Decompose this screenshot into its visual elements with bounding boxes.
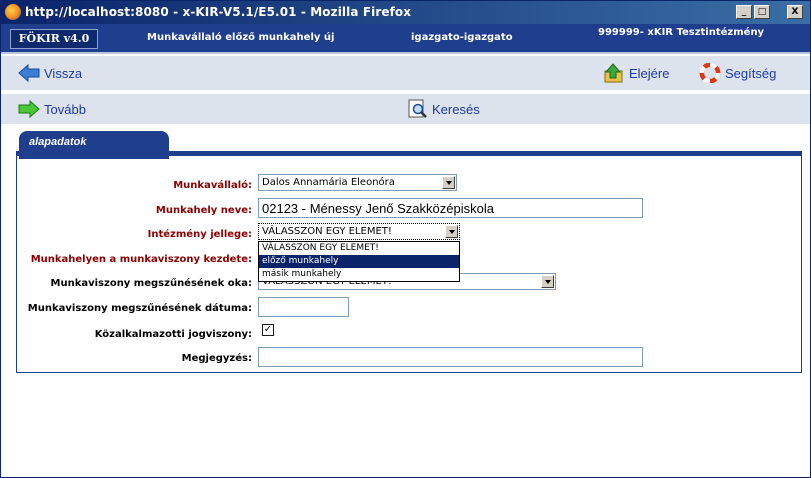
tab-basic-data[interactable]: alapadatok [19,131,169,159]
browser-window: http://localhost:8080 - x-KIR-V5.1/E5.01… [0,0,811,478]
institution-type-dropdown: VÁLASSZON EGY ELEMET! előző munkahely má… [258,241,460,282]
top-label: Elejére [629,65,670,81]
minimize-button[interactable]: _ [736,5,752,19]
back-label: Vissza [44,65,83,81]
note-input[interactable] [258,347,643,367]
employee-select[interactable]: Dalos Annamária Eleonóra [258,174,457,191]
workplace-input[interactable]: 02123 - Ménessy Jenő Szakközépiskola [258,198,643,218]
dropdown-option[interactable]: VÁLASSZON EGY ELEMET! [259,242,459,255]
start-date-label: Munkahelyen a munkaviszony kezdete: [30,254,252,265]
next-label: Tovább [44,101,86,117]
next-link[interactable]: Tovább [18,100,86,118]
firefox-icon [5,4,21,20]
help-link[interactable]: Segítség [699,63,776,83]
main-toolbar: Vissza Elejére Segítség [1,56,810,90]
end-date-input[interactable] [258,297,349,317]
maximize-button[interactable]: □ [754,5,770,19]
app-logo: FÖKIR v4.0 [10,29,98,49]
chevron-down-icon[interactable] [442,176,455,189]
action-toolbar: Tovább Keresés [1,94,810,124]
institution-type-select-value: VÁLASSZON EGY ELEMET! [262,226,392,237]
note-label: Megjegyzés: [181,353,252,364]
window-title: http://localhost:8080 - x-KIR-V5.1/E5.01… [25,5,412,19]
top-link[interactable]: Elejére [603,63,669,83]
chevron-down-icon[interactable] [445,225,458,238]
dropdown-option-selected[interactable]: előző munkahely [259,255,459,268]
dropdown-option[interactable]: másik munkahely [259,268,459,281]
arrow-right-icon [18,100,40,118]
employee-select-value: Dalos Annamária Eleonóra [262,177,395,188]
end-reason-label: Munkaviszony megszűnésének oka: [50,278,252,289]
search-label: Keresés [432,101,480,117]
toolbar-separator [1,90,810,92]
title-bar: http://localhost:8080 - x-KIR-V5.1/E5.01… [1,1,810,24]
page-title: Munkavállaló előző munkahely új [147,32,335,43]
workplace-label: Munkahely neve: [155,205,252,216]
lifebuoy-icon [699,63,721,83]
institution-type-select[interactable]: VÁLASSZON EGY ELEMET! [258,223,460,240]
back-link[interactable]: Vissza [18,64,82,82]
arrow-left-icon [18,64,40,82]
civil-servant-label: Közalkalmazotti jogviszony: [94,329,252,340]
employee-label: Munkavállaló: [173,180,252,191]
institution-type-label: Intézmény jellege: [147,229,252,240]
civil-servant-checkbox[interactable]: ✓ [262,324,274,336]
user-name: igazgato-igazgato [411,32,513,43]
home-up-icon [604,63,623,83]
help-label: Segítség [725,65,777,81]
institution-name: 999999- xKIR Tesztintézmény [598,27,765,38]
search-link[interactable]: Keresés [408,99,480,119]
search-icon [408,99,427,118]
app-header: FÖKIR v4.0 Munkavállaló előző munkahely … [1,24,810,54]
close-button[interactable]: X [787,5,803,19]
chevron-down-icon[interactable] [541,275,554,288]
end-date-label: Munkaviszony megszűnésének dátuma: [27,303,252,314]
